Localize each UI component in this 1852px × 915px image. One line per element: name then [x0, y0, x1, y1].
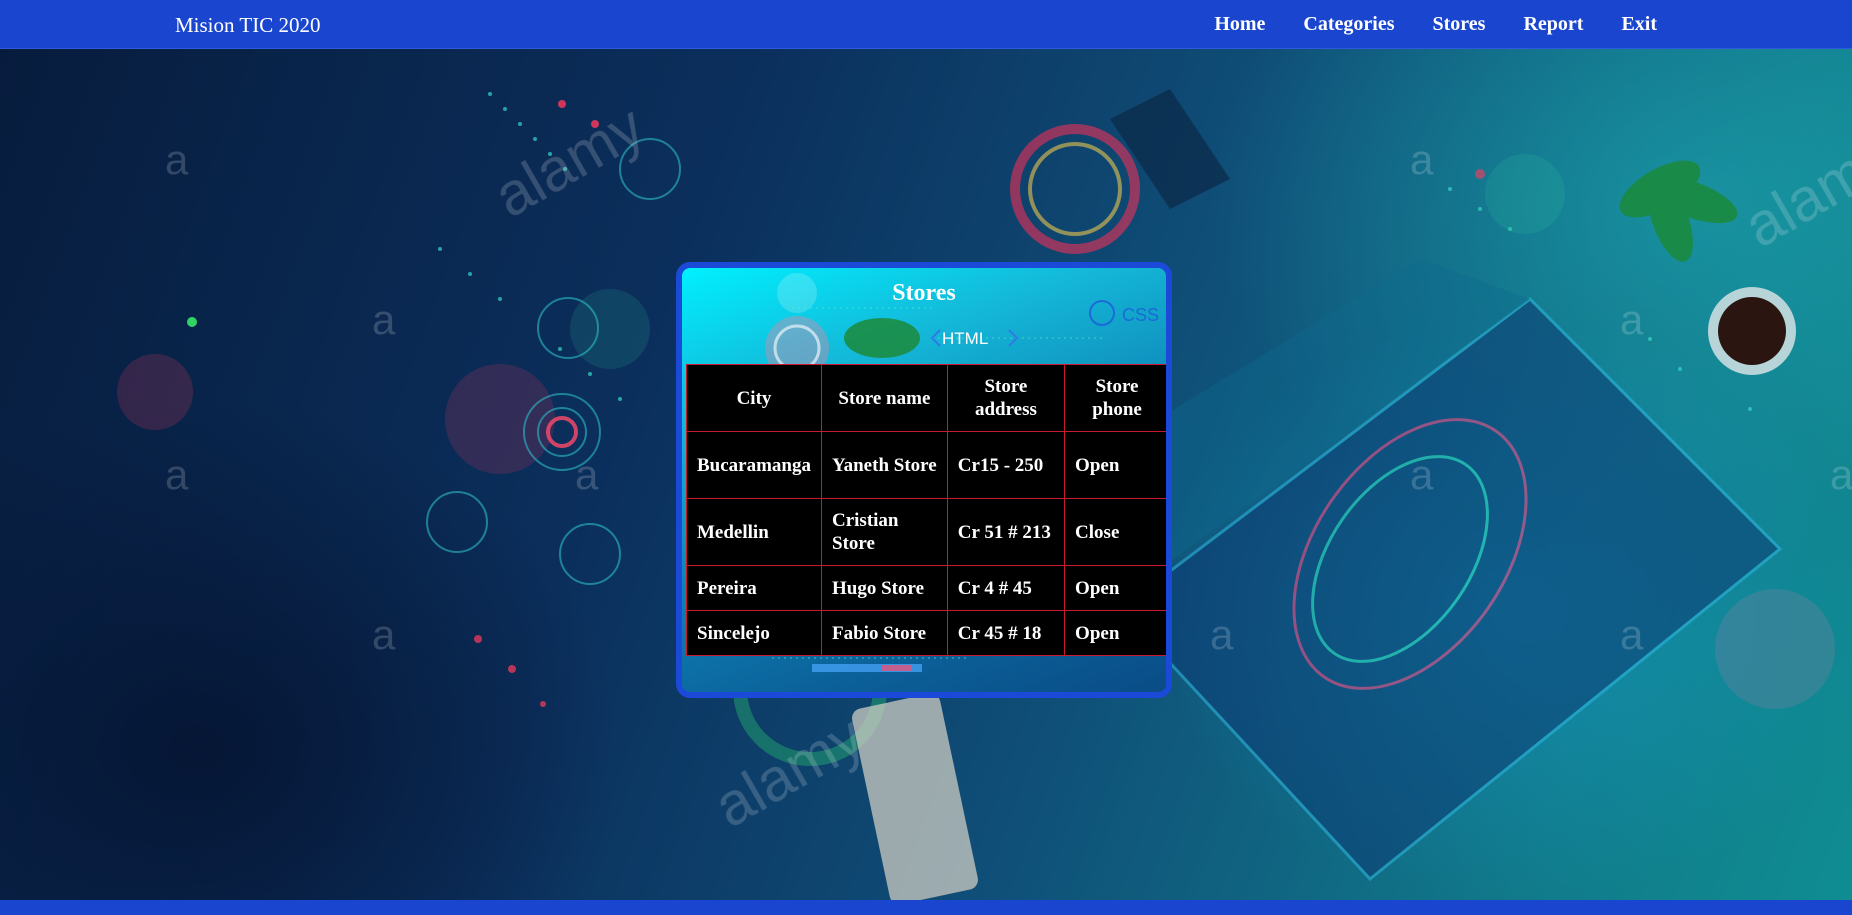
cell-store-name: Cristian Store: [821, 498, 948, 566]
svg-text:alamy: alamy: [1733, 122, 1852, 260]
cell-store-phone: Open: [1064, 610, 1166, 656]
brand-link[interactable]: Mision TIC 2020: [175, 13, 320, 38]
nav-categories-link[interactable]: Categories: [1303, 13, 1394, 36]
cell-city: Bucaramanga: [686, 431, 822, 499]
footer-bar: [0, 900, 1852, 915]
svg-text:a: a: [165, 136, 189, 183]
svg-text:a: a: [1410, 451, 1434, 498]
card-title: Stores: [892, 280, 956, 306]
nav-menu: Home Categories Stores Report Exit: [1214, 13, 1657, 36]
header-city: City: [686, 364, 822, 432]
nav-home-link[interactable]: Home: [1214, 13, 1265, 36]
cell-city: Sincelejo: [686, 610, 822, 656]
svg-text:HTML: HTML: [942, 329, 988, 348]
svg-text:a: a: [372, 296, 396, 343]
cell-store-name: Yaneth Store: [821, 431, 948, 499]
svg-text:CSS: CSS: [1122, 305, 1159, 325]
table-row: Sincelejo Fabio Store Cr 45 # 18 Open: [686, 610, 1166, 656]
header-store-phone: Store phone: [1064, 364, 1166, 432]
table-row: Bucaramanga Yaneth Store Cr15 - 250 Open: [686, 431, 1166, 499]
svg-text:alamy: alamy: [703, 702, 875, 840]
nav-exit-link[interactable]: Exit: [1621, 13, 1657, 36]
cell-city: Medellin: [686, 498, 822, 566]
cell-store-phone: Close: [1064, 498, 1166, 566]
header-store-name: Store name: [821, 364, 948, 432]
svg-text:alamy: alamy: [483, 92, 655, 230]
svg-text:a: a: [1410, 136, 1434, 183]
svg-text:a: a: [1210, 611, 1234, 658]
svg-text:a: a: [1620, 611, 1644, 658]
svg-text:a: a: [1620, 296, 1644, 343]
cell-store-name: Fabio Store: [821, 610, 948, 656]
table-row: Medellin Cristian Store Cr 51 # 213 Clos…: [686, 498, 1166, 566]
cell-store-address: Cr 51 # 213: [946, 498, 1066, 566]
cell-store-address: Cr 45 # 18: [946, 610, 1066, 656]
cell-city: Pereira: [686, 565, 822, 611]
nav-report-link[interactable]: Report: [1523, 13, 1583, 36]
nav-stores-link[interactable]: Stores: [1432, 13, 1485, 36]
cell-store-phone: Open: [1064, 431, 1166, 499]
svg-text:a: a: [575, 451, 599, 498]
cell-store-address: Cr 4 # 45: [946, 565, 1066, 611]
cell-store-name: Hugo Store: [821, 565, 948, 611]
stores-table: City Store name Store address Store phon…: [686, 364, 1166, 656]
top-navbar: Mision TIC 2020 Home Categories Stores R…: [0, 0, 1852, 49]
table-header-row: City Store name Store address Store phon…: [686, 364, 1166, 432]
cell-store-address: Cr15 - 250: [946, 431, 1066, 499]
svg-text:a: a: [165, 451, 189, 498]
stores-card: CSS HTML Stores City Store name Store ad…: [676, 262, 1172, 698]
table-row: Pereira Hugo Store Cr 4 # 45 Open: [686, 565, 1166, 611]
svg-text:a: a: [1830, 451, 1852, 498]
header-store-address: Store address: [946, 364, 1066, 432]
svg-text:a: a: [372, 611, 396, 658]
cell-store-phone: Open: [1064, 565, 1166, 611]
